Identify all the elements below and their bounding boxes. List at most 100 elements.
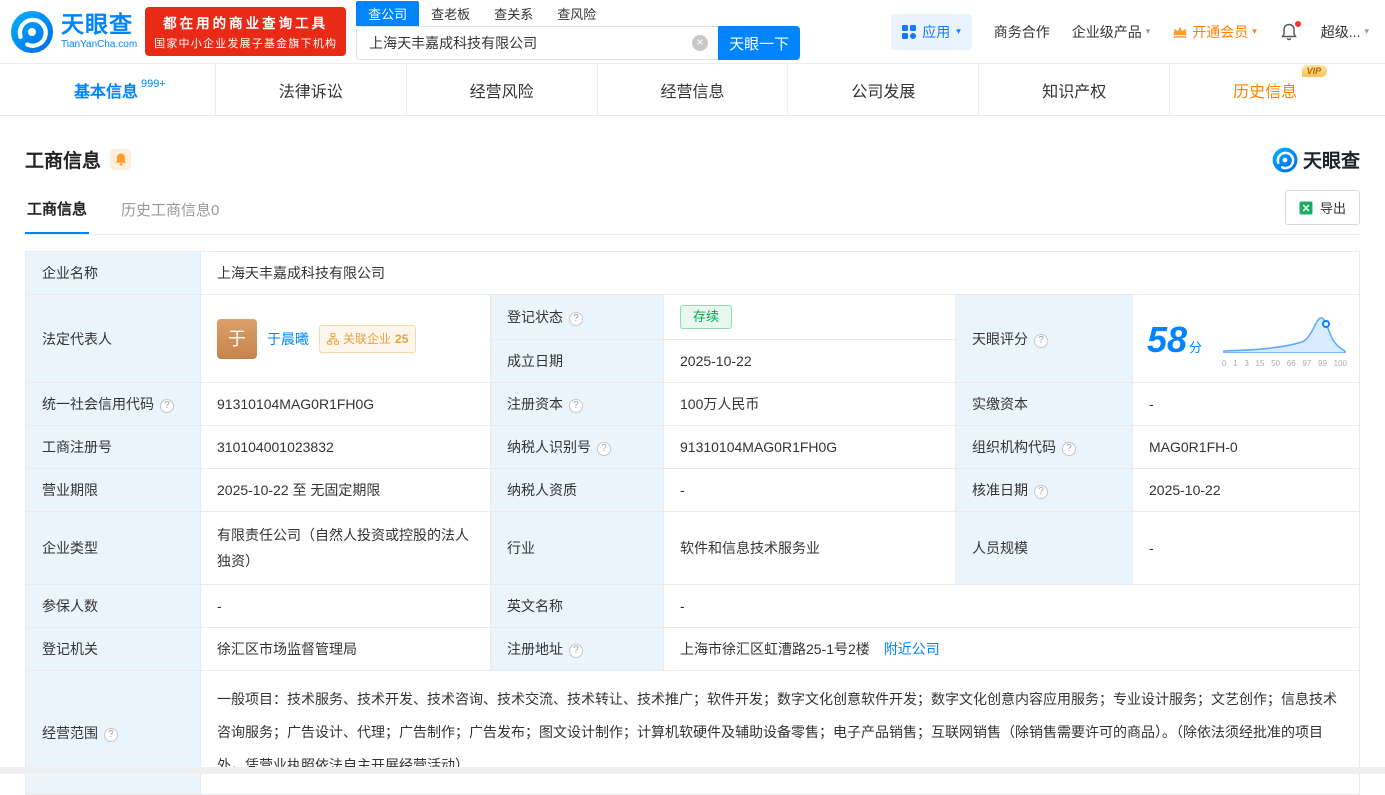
taxpayer-quality-value: -: [664, 469, 956, 512]
tab-legal-litigation-label: 法律诉讼: [279, 78, 343, 102]
industry-label: 行业: [491, 512, 664, 585]
page-bottom-strip: [0, 767, 1385, 774]
reg-authority-label: 登记机关: [26, 628, 201, 671]
taxpayer-quality-label: 纳税人资质: [491, 469, 664, 512]
credit-code-value: 91310104MAG0R1FH0G: [201, 383, 491, 426]
apps-menu[interactable]: 应用 ▾: [891, 14, 972, 50]
search-tab-relation[interactable]: 查关系: [482, 1, 545, 26]
help-icon[interactable]: ?: [1034, 334, 1048, 348]
tab-operation-info-label: 经营信息: [661, 78, 725, 102]
nav-super-label: 超级...: [1321, 22, 1361, 42]
tab-history-info[interactable]: 历史信息 VIP: [1169, 64, 1360, 115]
approval-date-value: 2025-10-22: [1133, 469, 1360, 512]
reg-status-value: 存续: [664, 295, 956, 340]
business-scope-label: 经营范围?: [26, 671, 201, 795]
nav-enterprise-products[interactable]: 企业级产品 ▾: [1072, 22, 1151, 42]
staff-size-label: 人员规模: [956, 512, 1133, 585]
industry-value: 软件和信息技术服务业: [664, 512, 956, 585]
banner-line1: 都在用的商业查询工具: [154, 12, 337, 32]
tab-legal-litigation[interactable]: 法律诉讼: [215, 64, 406, 115]
notification-dot: [1295, 21, 1301, 27]
help-icon[interactable]: ?: [597, 442, 611, 456]
org-chart-icon: [327, 333, 339, 345]
subscribe-bell-chip[interactable]: [110, 149, 131, 170]
taxpayer-id-label: 纳税人识别号?: [491, 426, 664, 469]
score-axis: 0131550669799100: [1222, 359, 1347, 369]
nav-super-vip[interactable]: 超级... ▾: [1321, 22, 1369, 42]
tab-operation-risk[interactable]: 经营风险: [406, 64, 597, 115]
legal-rep-value: 于 于晨曦 关联企业 25: [201, 295, 491, 383]
nav-enterprise-label: 企业级产品: [1072, 22, 1142, 42]
nav-business-cooperation[interactable]: 商务合作: [994, 22, 1050, 42]
tab-history-info-label: 历史信息: [1233, 84, 1297, 101]
notifications-bell[interactable]: [1279, 22, 1299, 42]
score-value: 58分 0131550669799100: [1133, 295, 1360, 383]
table-row: 企业名称 上海天丰嘉成科技有限公司: [26, 252, 1360, 295]
table-row: 统一社会信用代码? 91310104MAG0R1FH0G 注册资本? 100万人…: [26, 383, 1360, 426]
taxpayer-id-value: 91310104MAG0R1FH0G: [664, 426, 956, 469]
avatar[interactable]: 于: [217, 319, 257, 359]
business-info-table: 企业名称 上海天丰嘉成科技有限公司 法定代表人 于 于晨曦 关联企: [25, 251, 1360, 795]
company-name-label: 企业名称: [26, 252, 201, 295]
search-button[interactable]: 天眼一下: [718, 26, 800, 60]
establish-date-label: 成立日期: [491, 340, 664, 383]
tianyancha-logo[interactable]: 天眼查 TianYanCha.com: [10, 10, 137, 54]
promo-banner: 都在用的商业查询工具 国家中小企业发展子基金旗下机构: [145, 7, 346, 56]
staff-size-value: -: [1133, 512, 1360, 585]
business-term-label: 营业期限: [26, 469, 201, 512]
subtab-row: 工商信息 历史工商信息0 导出: [25, 187, 1360, 235]
search-input[interactable]: [356, 26, 718, 60]
crown-icon: [1172, 25, 1188, 39]
help-icon[interactable]: ?: [1062, 442, 1076, 456]
apps-label: 应用: [922, 22, 950, 42]
search-tab-boss[interactable]: 查老板: [419, 1, 482, 26]
related-label: 关联企业: [343, 328, 391, 350]
score-curve: [1222, 313, 1347, 353]
score-number: 58分: [1147, 322, 1202, 359]
subtab-business-info[interactable]: 工商信息: [25, 187, 89, 234]
search-tab-risk[interactable]: 查风险: [545, 1, 608, 26]
help-icon[interactable]: ?: [104, 728, 118, 742]
reg-authority-value: 徐汇区市场监督管理局: [201, 628, 491, 671]
export-button[interactable]: 导出: [1285, 190, 1360, 225]
search-tab-company[interactable]: 查公司: [356, 1, 419, 26]
tab-operation-info[interactable]: 经营信息: [597, 64, 788, 115]
brand-text: 天眼查: [1303, 146, 1360, 173]
table-row: 经营范围? 一般项目：技术服务、技术开发、技术咨询、技术交流、技术转让、技术推广…: [26, 671, 1360, 795]
related-companies-badge[interactable]: 关联企业 25: [319, 325, 416, 353]
help-icon[interactable]: ?: [569, 399, 583, 413]
company-type-value: 有限责任公司（自然人投资或控股的法人独资）: [201, 512, 491, 585]
nav-vip-label: 开通会员: [1192, 22, 1248, 42]
table-row: 法定代表人 于 于晨曦 关联企业 25: [26, 295, 1360, 340]
nav-open-vip[interactable]: 开通会员 ▾: [1172, 22, 1257, 42]
tab-basic-info[interactable]: 基本信息 999+: [25, 64, 215, 115]
subtab-history-business-info[interactable]: 历史工商信息0: [119, 188, 221, 233]
paid-capital-value: -: [1133, 383, 1360, 426]
score-label: 天眼评分?: [956, 295, 1133, 383]
header-right-nav: 应用 ▾ 商务合作 企业级产品 ▾ 开通会员 ▾ 超级...: [891, 14, 1369, 50]
reg-address-value: 上海市徐汇区虹漕路25-1号2楼 附近公司: [664, 628, 1360, 671]
help-icon[interactable]: ?: [1034, 485, 1048, 499]
page-title: 工商信息: [25, 146, 101, 173]
english-name-label: 英文名称: [491, 585, 664, 628]
legal-rep-label: 法定代表人: [26, 295, 201, 383]
help-icon[interactable]: ?: [569, 644, 583, 658]
reg-number-value: 310104001023832: [201, 426, 491, 469]
business-scope-value: 一般项目：技术服务、技术开发、技术咨询、技术交流、技术转让、技术推广；软件开发；…: [201, 671, 1360, 795]
nearby-companies-link[interactable]: 附近公司: [884, 641, 940, 657]
reg-address-label: 注册地址?: [491, 628, 664, 671]
reg-capital-value: 100万人民币: [664, 383, 956, 426]
vip-badge: VIP: [1302, 65, 1328, 77]
help-icon[interactable]: ?: [160, 399, 174, 413]
status-badge: 存续: [680, 305, 732, 329]
table-row: 企业类型 有限责任公司（自然人投资或控股的法人独资） 行业 软件和信息技术服务业…: [26, 512, 1360, 585]
tab-operation-risk-label: 经营风险: [470, 78, 534, 102]
tab-intellectual-property[interactable]: 知识产权: [978, 64, 1169, 115]
tab-company-development[interactable]: 公司发展: [787, 64, 978, 115]
banner-line2: 国家中小企业发展子基金旗下机构: [154, 35, 337, 51]
help-icon[interactable]: ?: [569, 312, 583, 326]
tab-intellectual-property-label: 知识产权: [1042, 78, 1106, 102]
legal-rep-link[interactable]: 于晨曦: [267, 328, 309, 350]
nav-business-label: 商务合作: [994, 22, 1050, 42]
table-row: 登记机关 徐汇区市场监督管理局 注册地址? 上海市徐汇区虹漕路25-1号2楼 附…: [26, 628, 1360, 671]
